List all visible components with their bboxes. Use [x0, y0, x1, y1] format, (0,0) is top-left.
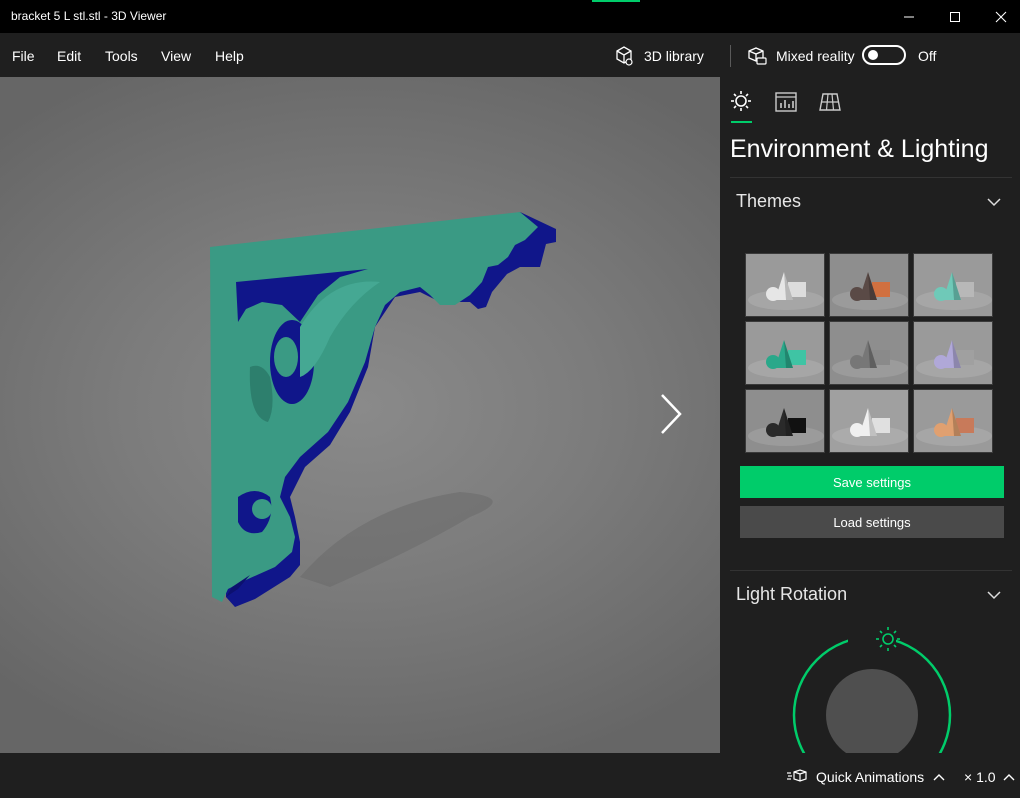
theme-tile-light[interactable] [829, 389, 909, 453]
divider [730, 177, 1012, 178]
menu-bar: File Edit Tools View Help 3D library Mix… [0, 33, 1020, 77]
close-button[interactable] [978, 0, 1020, 33]
theme-preview-green [748, 340, 824, 378]
themes-header[interactable]: Themes [736, 191, 801, 212]
theme-tile-dark[interactable] [745, 389, 825, 453]
toggle-knob [868, 50, 878, 60]
maximize-icon [950, 11, 960, 22]
theme-tile-lavender[interactable] [913, 321, 993, 385]
theme-preview-grey [832, 340, 908, 378]
chevron-up-icon [933, 774, 945, 781]
theme-preview-teal [916, 272, 992, 310]
menu-file[interactable]: File [12, 48, 35, 64]
themes-grid [745, 253, 995, 453]
theme-tile-grey[interactable] [829, 321, 909, 385]
3d-library-label: 3D library [644, 48, 704, 64]
cube-library-icon [616, 46, 633, 66]
mixed-reality-button[interactable]: Mixed reality [746, 43, 855, 69]
theme-preview-sunset [916, 408, 992, 446]
title-accent-bar [592, 0, 640, 2]
mixed-reality-state: Off [918, 48, 937, 64]
light-rotation-chevron-down-icon[interactable] [986, 590, 1002, 600]
title-bar: bracket 5 L stl.stl - 3D Viewer [0, 0, 1020, 33]
tab-stats-chart-icon[interactable] [773, 89, 799, 115]
tab-environment-sun-icon[interactable] [728, 89, 754, 115]
light-rotation-header[interactable]: Light Rotation [736, 584, 847, 605]
theme-tile-teal[interactable] [913, 253, 993, 317]
theme-tile-green[interactable] [745, 321, 825, 385]
window-title: bracket 5 L stl.stl - 3D Viewer [11, 9, 167, 23]
load-settings-button[interactable]: Load settings [740, 506, 1004, 538]
status-bar: Quick Animations × 1.0 [0, 753, 1020, 798]
animation-cube-icon [787, 769, 807, 782]
active-tab-indicator [731, 121, 752, 123]
theme-preview-warm [832, 272, 908, 310]
mixed-reality-icon [748, 47, 767, 65]
mixed-reality-label: Mixed reality [776, 48, 855, 64]
quick-animations-button[interactable]: Quick Animations [786, 768, 946, 786]
theme-preview-lavender [916, 340, 992, 378]
light-rotation-dial[interactable] [788, 623, 958, 753]
theme-preview-dark [748, 408, 824, 446]
light-rotation-knob [826, 669, 918, 753]
save-settings-button[interactable]: Save settings [740, 466, 1004, 498]
bracket-model [210, 212, 556, 607]
chevron-up-icon [1003, 774, 1015, 781]
theme-preview-white [748, 272, 824, 310]
menu-tools[interactable]: Tools [105, 48, 138, 64]
maximize-button[interactable] [932, 0, 978, 33]
minimize-icon [904, 16, 914, 17]
animation-speed-label: × 1.0 [964, 769, 996, 785]
menu-help[interactable]: Help [215, 48, 244, 64]
next-model-chevron-icon[interactable] [652, 389, 688, 439]
close-icon [995, 11, 1007, 22]
3d-viewport[interactable] [0, 77, 720, 753]
theme-preview-light [832, 408, 908, 446]
divider [730, 570, 1012, 571]
mixed-reality-toggle[interactable] [862, 45, 906, 65]
environment-panel: Environment & Lighting Themes Save setti… [720, 77, 1020, 753]
app-window: bracket 5 L stl.stl - 3D Viewer File Edi… [0, 0, 1020, 798]
themes-chevron-down-icon[interactable] [986, 197, 1002, 207]
animation-speed-button[interactable]: × 1.0 [964, 769, 1016, 785]
theme-tile-sunset[interactable] [913, 389, 993, 453]
minimize-button[interactable] [886, 0, 932, 33]
menu-edit[interactable]: Edit [57, 48, 81, 64]
menu-view[interactable]: View [161, 48, 191, 64]
theme-tile-warm[interactable] [829, 253, 909, 317]
theme-tile-white[interactable] [745, 253, 825, 317]
tab-grid-icon[interactable] [817, 89, 843, 115]
3d-library-button[interactable]: 3D library [612, 43, 704, 69]
quick-animations-label: Quick Animations [816, 769, 925, 785]
toolbar-divider [730, 45, 731, 67]
panel-title: Environment & Lighting [730, 135, 989, 163]
